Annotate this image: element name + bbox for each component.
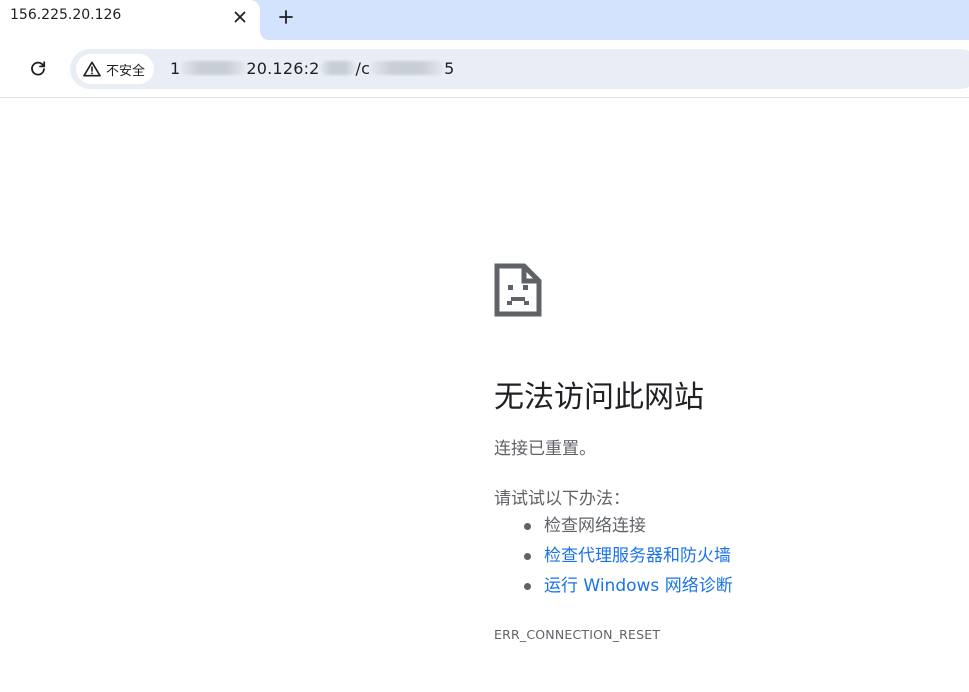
suggestion-windows-diagnostics: 运行 Windows 网络诊断: [520, 573, 733, 603]
warning-triangle-icon: [83, 61, 101, 77]
security-chip[interactable]: 不安全: [76, 54, 155, 84]
error-title: 无法访问此网站: [494, 380, 704, 415]
new-tab-button[interactable]: [272, 3, 300, 31]
tab-close-button[interactable]: [228, 5, 252, 29]
tab-strip: 156.225.20.126: [0, 0, 969, 40]
tab-active[interactable]: 156.225.20.126: [0, 0, 270, 40]
security-label: 不安全: [106, 63, 146, 79]
url-part: 5: [444, 59, 455, 78]
url-text[interactable]: 1 20.126:2/c 5: [170, 59, 455, 78]
reload-button[interactable]: [24, 55, 52, 83]
tab-title: 156.225.20.126: [10, 7, 122, 23]
error-description: 连接已重置。: [494, 439, 596, 459]
url-part: 20.126:2: [246, 59, 320, 78]
close-icon: [234, 11, 246, 23]
toolbar: 不安全 1 20.126:2/c 5: [0, 40, 969, 98]
reload-icon: [31, 61, 46, 76]
address-bar[interactable]: 不安全 1 20.126:2/c 5: [70, 49, 969, 89]
suggestion-check-proxy-firewall: 检查代理服务器和防火墙: [520, 543, 733, 573]
error-code: ERR_CONNECTION_RESET: [494, 627, 661, 642]
suggestion-text: 检查网络连接: [544, 516, 646, 536]
url-part: 1: [170, 59, 181, 78]
redacted-blur: [180, 61, 247, 75]
sad-page-icon: [494, 263, 542, 317]
redacted-blur: [370, 61, 445, 75]
url-part: /c: [355, 59, 371, 78]
plus-icon: [279, 10, 293, 24]
suggestions-list: 检查网络连接 检查代理服务器和防火墙 运行 Windows 网络诊断: [520, 513, 733, 603]
suggestion-check-network: 检查网络连接: [520, 513, 733, 543]
windows-network-diagnostics-link[interactable]: 运行 Windows 网络诊断: [544, 576, 733, 596]
check-proxy-firewall-link[interactable]: 检查代理服务器和防火墙: [544, 546, 731, 566]
redacted-blur: [319, 61, 356, 75]
suggestions-label: 请试试以下办法：: [494, 489, 630, 509]
